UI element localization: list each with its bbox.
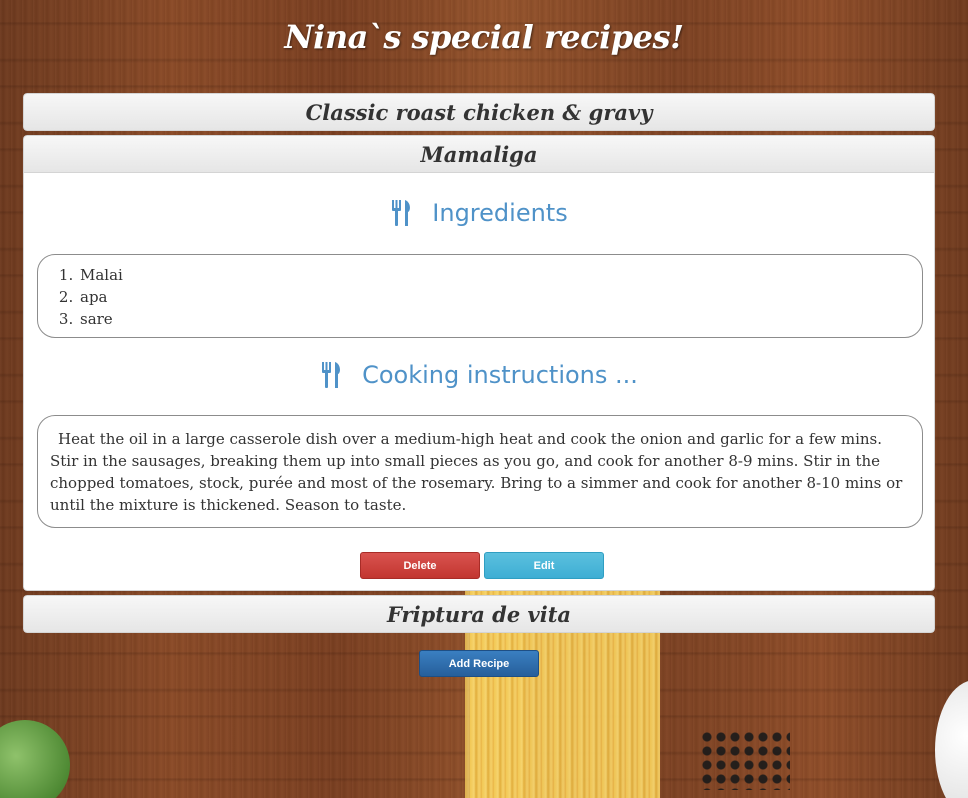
cutlery-icon [392,200,411,226]
page-title: Nina`s special recipes! [284,18,684,56]
ingredients-heading: Ingredients [24,199,934,227]
background-peppercorns [700,730,790,790]
ingredient-item: apa [78,286,922,308]
recipe-header[interactable]: Mamaliga [23,135,935,173]
instructions-text: Heat the oil in a large casserole dish o… [50,430,903,514]
instructions-heading: Cooking instructions ... [24,361,934,389]
ingredients-heading-text: Ingredients [432,199,568,227]
delete-button[interactable]: Delete [360,552,480,579]
background-herb [0,720,70,798]
recipe-panel: Classic roast chicken & gravy [23,93,935,131]
recipe-panel-open: Mamaliga Ingredients Malai apa sare [23,135,935,591]
ingredient-item: Malai [78,264,922,286]
recipe-accordion: Classic roast chicken & gravy Mamaliga I… [23,93,935,637]
edit-button[interactable]: Edit [484,552,604,579]
cutlery-icon [322,362,341,388]
recipe-body: Ingredients Malai apa sare Coo [23,173,935,591]
instructions-box: Heat the oil in a large casserole dish o… [37,415,923,528]
recipe-panel: Friptura de vita [23,595,935,633]
ingredients-box: Malai apa sare [37,254,923,338]
recipe-header[interactable]: Friptura de vita [23,595,935,633]
add-recipe-button[interactable]: Add Recipe [419,650,539,677]
instructions-heading-text: Cooking instructions ... [362,361,638,389]
ingredient-item: sare [78,308,922,330]
background-bowl [935,680,968,798]
recipe-header[interactable]: Classic roast chicken & gravy [23,93,935,131]
ingredients-list: Malai apa sare [38,264,922,330]
